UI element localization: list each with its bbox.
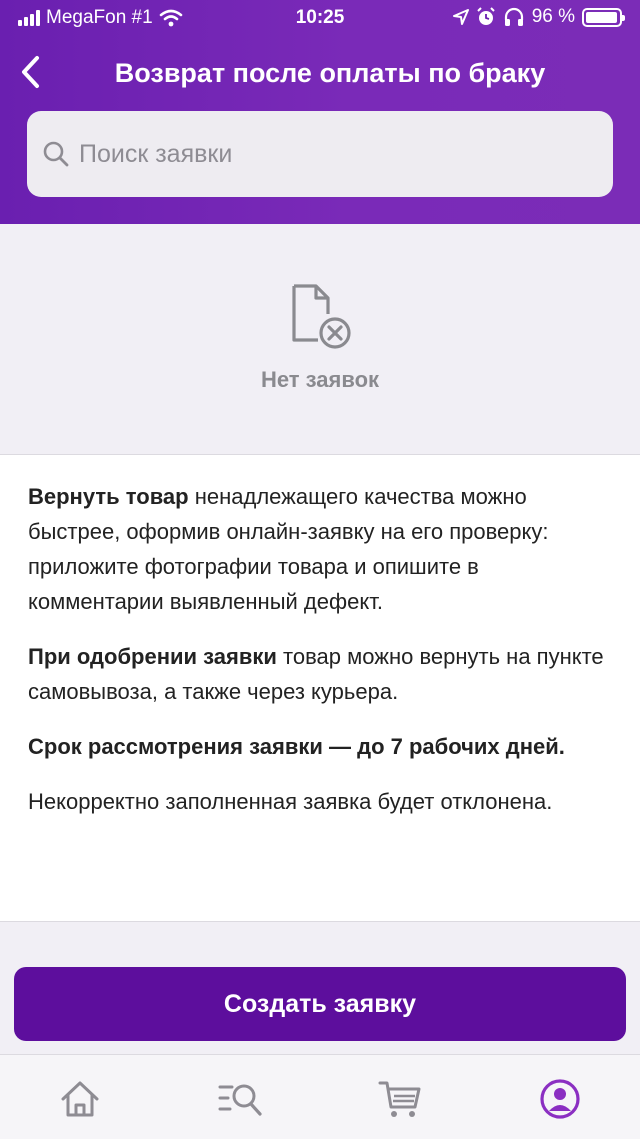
search-bar[interactable] <box>27 111 613 197</box>
tab-catalog[interactable] <box>216 1075 264 1123</box>
home-icon <box>61 1081 99 1117</box>
battery-percent: 96 % <box>531 6 575 27</box>
header: MegaFon #1 10:25 96 % Возврат после опла… <box>0 0 640 224</box>
info-paragraph-2: При одобрении заявки товар можно вернуть… <box>28 639 612 709</box>
battery-fill <box>586 11 617 23</box>
alarm-icon <box>476 7 495 25</box>
tab-cart[interactable] <box>376 1075 424 1123</box>
info-block: Вернуть товар ненадлежащего качества мож… <box>0 454 640 922</box>
tab-bar <box>0 1054 640 1139</box>
info-p2-bold: При одобрении заявки <box>28 644 277 669</box>
tab-home[interactable] <box>56 1075 104 1123</box>
search-input[interactable] <box>79 139 579 169</box>
cart-icon <box>378 1081 421 1117</box>
info-p3-bold: Срок рассмотрения заявки — до 7 рабочих … <box>28 734 565 759</box>
info-paragraph-3: Срок рассмотрения заявки — до 7 рабочих … <box>28 729 612 764</box>
catalog-search-icon <box>218 1084 262 1116</box>
empty-state: Нет заявок <box>0 224 640 454</box>
document-cross-icon <box>292 284 351 349</box>
headphones-icon <box>504 7 523 26</box>
chevron-left-icon <box>22 56 39 88</box>
info-p4-text: Некорректно заполненная заявка будет отк… <box>28 789 553 814</box>
tab-profile[interactable] <box>536 1075 584 1123</box>
create-request-button[interactable]: Создать заявку <box>14 967 626 1041</box>
info-p1-bold: Вернуть товар <box>28 484 189 509</box>
search-icon <box>41 139 71 169</box>
info-paragraph-4: Некорректно заполненная заявка будет отк… <box>28 784 612 819</box>
location-icon <box>452 9 469 25</box>
battery-icon <box>582 7 625 27</box>
status-bar: MegaFon #1 10:25 96 % <box>0 0 640 38</box>
profile-icon <box>540 1079 580 1119</box>
status-right: 96 % <box>452 6 625 28</box>
info-paragraph-1: Вернуть товар ненадлежащего качества мож… <box>28 479 612 619</box>
page-title: Возврат после оплаты по браку <box>114 58 546 88</box>
back-button[interactable] <box>10 52 50 92</box>
empty-state-text: Нет заявок <box>260 367 380 392</box>
